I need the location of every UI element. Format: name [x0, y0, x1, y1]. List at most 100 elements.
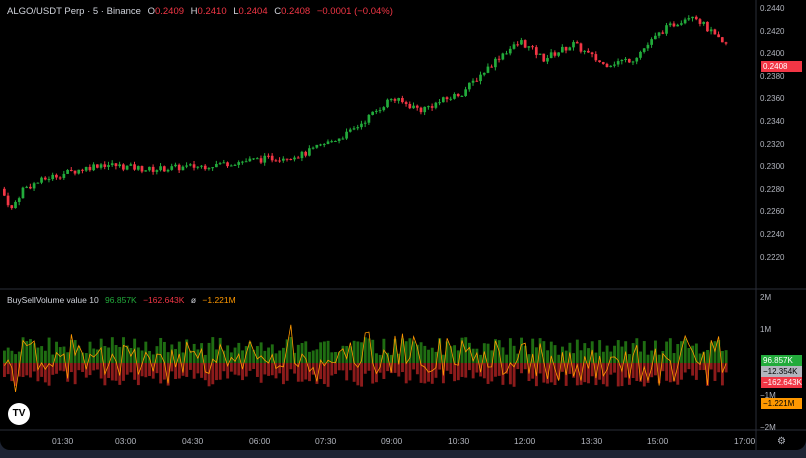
vol-axis-2m: 2M — [760, 293, 772, 302]
candle — [174, 164, 177, 167]
candle — [605, 63, 609, 68]
candle — [665, 25, 668, 34]
sell-volume-bar — [25, 363, 29, 376]
buy-volume-bar — [118, 347, 122, 363]
sell-volume-bar — [259, 363, 263, 383]
chart-window[interactable]: ALGO/USDT Perp · 5 · Binance O0.2409 H0.… — [0, 0, 806, 450]
vol-axis-1m: 1M — [760, 325, 772, 334]
sell-volume-bar — [412, 363, 416, 370]
candle — [668, 23, 672, 26]
candle — [77, 169, 81, 174]
sell-volume-bar — [129, 363, 133, 373]
price-axis-label: 0.2440 — [760, 4, 785, 13]
candle — [159, 166, 162, 171]
candle — [382, 107, 386, 111]
candle — [270, 155, 274, 161]
buy-volume-bar — [594, 352, 598, 363]
buy-volume-bar — [255, 346, 259, 363]
price-axis-label: 0.2280 — [760, 184, 785, 194]
symbol-title[interactable]: ALGO/USDT Perp · 5 · Binance — [7, 6, 141, 17]
sell-volume-bar — [192, 363, 196, 379]
buy-volume-bar — [371, 339, 375, 363]
candle — [531, 46, 534, 48]
time-axis-label: 13:30 — [581, 436, 603, 446]
time-axis-label: 09:00 — [381, 436, 403, 446]
candle — [207, 168, 211, 170]
candle — [691, 16, 694, 19]
candle — [561, 46, 564, 53]
sell-volume-bar — [568, 363, 572, 374]
sell-volume-bar — [248, 363, 252, 371]
candle — [170, 166, 174, 170]
sell-volume-bar — [609, 363, 613, 375]
candle — [490, 66, 494, 68]
buy-volume-bar — [47, 337, 51, 363]
sell-volume-bar — [200, 363, 204, 378]
candle — [601, 62, 605, 64]
sell-volume-bar — [516, 363, 520, 370]
candle — [683, 19, 687, 24]
candle — [73, 170, 77, 174]
sell-volume-bar — [687, 363, 691, 370]
candle — [445, 97, 449, 100]
tradingview-logo[interactable]: TV — [8, 403, 30, 425]
candle — [125, 165, 129, 170]
candle — [14, 201, 17, 209]
buy-volume-bar — [486, 343, 490, 363]
sell-volume-bar — [709, 363, 713, 370]
time-axis-label: 12:00 — [514, 436, 536, 446]
indicator-legend[interactable]: BuySellVolume value 10 96.857K −162.643K… — [7, 295, 240, 305]
sell-volume-bar — [352, 363, 356, 382]
candle — [579, 43, 583, 52]
sell-volume-bar — [244, 363, 248, 377]
indicator-avg-symbol: ø — [190, 295, 197, 305]
buy-volume-bar — [296, 344, 300, 363]
candle — [549, 52, 553, 59]
candle — [694, 16, 698, 20]
candle — [575, 42, 579, 44]
candle — [393, 99, 397, 101]
time-axis-label: 07:30 — [315, 436, 337, 446]
candle — [654, 35, 657, 40]
buy-volume-bar — [289, 337, 293, 363]
candle — [482, 72, 486, 75]
sell-volume-bar — [635, 363, 639, 381]
sell-volume-bar — [229, 363, 233, 372]
gear-icon[interactable]: ⚙ — [777, 436, 786, 447]
chart-canvas[interactable] — [0, 0, 806, 450]
buy-volume-bar — [642, 341, 646, 363]
sell-volume-bar — [445, 363, 449, 371]
candle — [255, 158, 259, 160]
candle — [162, 166, 166, 172]
sell-volume-bar — [449, 363, 453, 375]
buy-volume-bar — [322, 341, 326, 363]
candle — [289, 158, 293, 160]
sell-volume-bar — [494, 363, 497, 377]
sell-volume-bar — [233, 363, 237, 375]
symbol-legend[interactable]: ALGO/USDT Perp · 5 · Binance O0.2409 H0.… — [7, 6, 397, 17]
candle — [594, 54, 598, 61]
sell-volume-bar — [360, 363, 364, 387]
last-price-tag: 0.2408 — [761, 61, 802, 72]
candle — [237, 162, 241, 165]
candle — [538, 53, 542, 55]
indicator-name[interactable]: BuySellVolume value 10 — [7, 295, 99, 305]
sell-volume-bar — [270, 363, 274, 376]
candle — [587, 50, 590, 53]
candle — [371, 111, 374, 115]
sell-volume-bar — [47, 363, 51, 386]
candle — [47, 179, 51, 181]
buy-volume-bar — [657, 354, 661, 363]
buy-volume-bar — [430, 347, 434, 363]
sell-volume-bar — [497, 363, 501, 376]
low-value: 0.2404 — [238, 6, 268, 17]
buy-volume-bar — [241, 350, 244, 363]
buy-volume-bar — [501, 347, 505, 363]
candle — [523, 40, 527, 48]
price-axis-label: 0.2220 — [760, 252, 785, 262]
candle — [471, 80, 475, 83]
buy-volume-bar — [203, 354, 207, 363]
buy-volume-bar — [512, 345, 516, 363]
price-axis-label: 0.2380 — [760, 71, 785, 81]
sell-volume-bar — [29, 363, 32, 378]
